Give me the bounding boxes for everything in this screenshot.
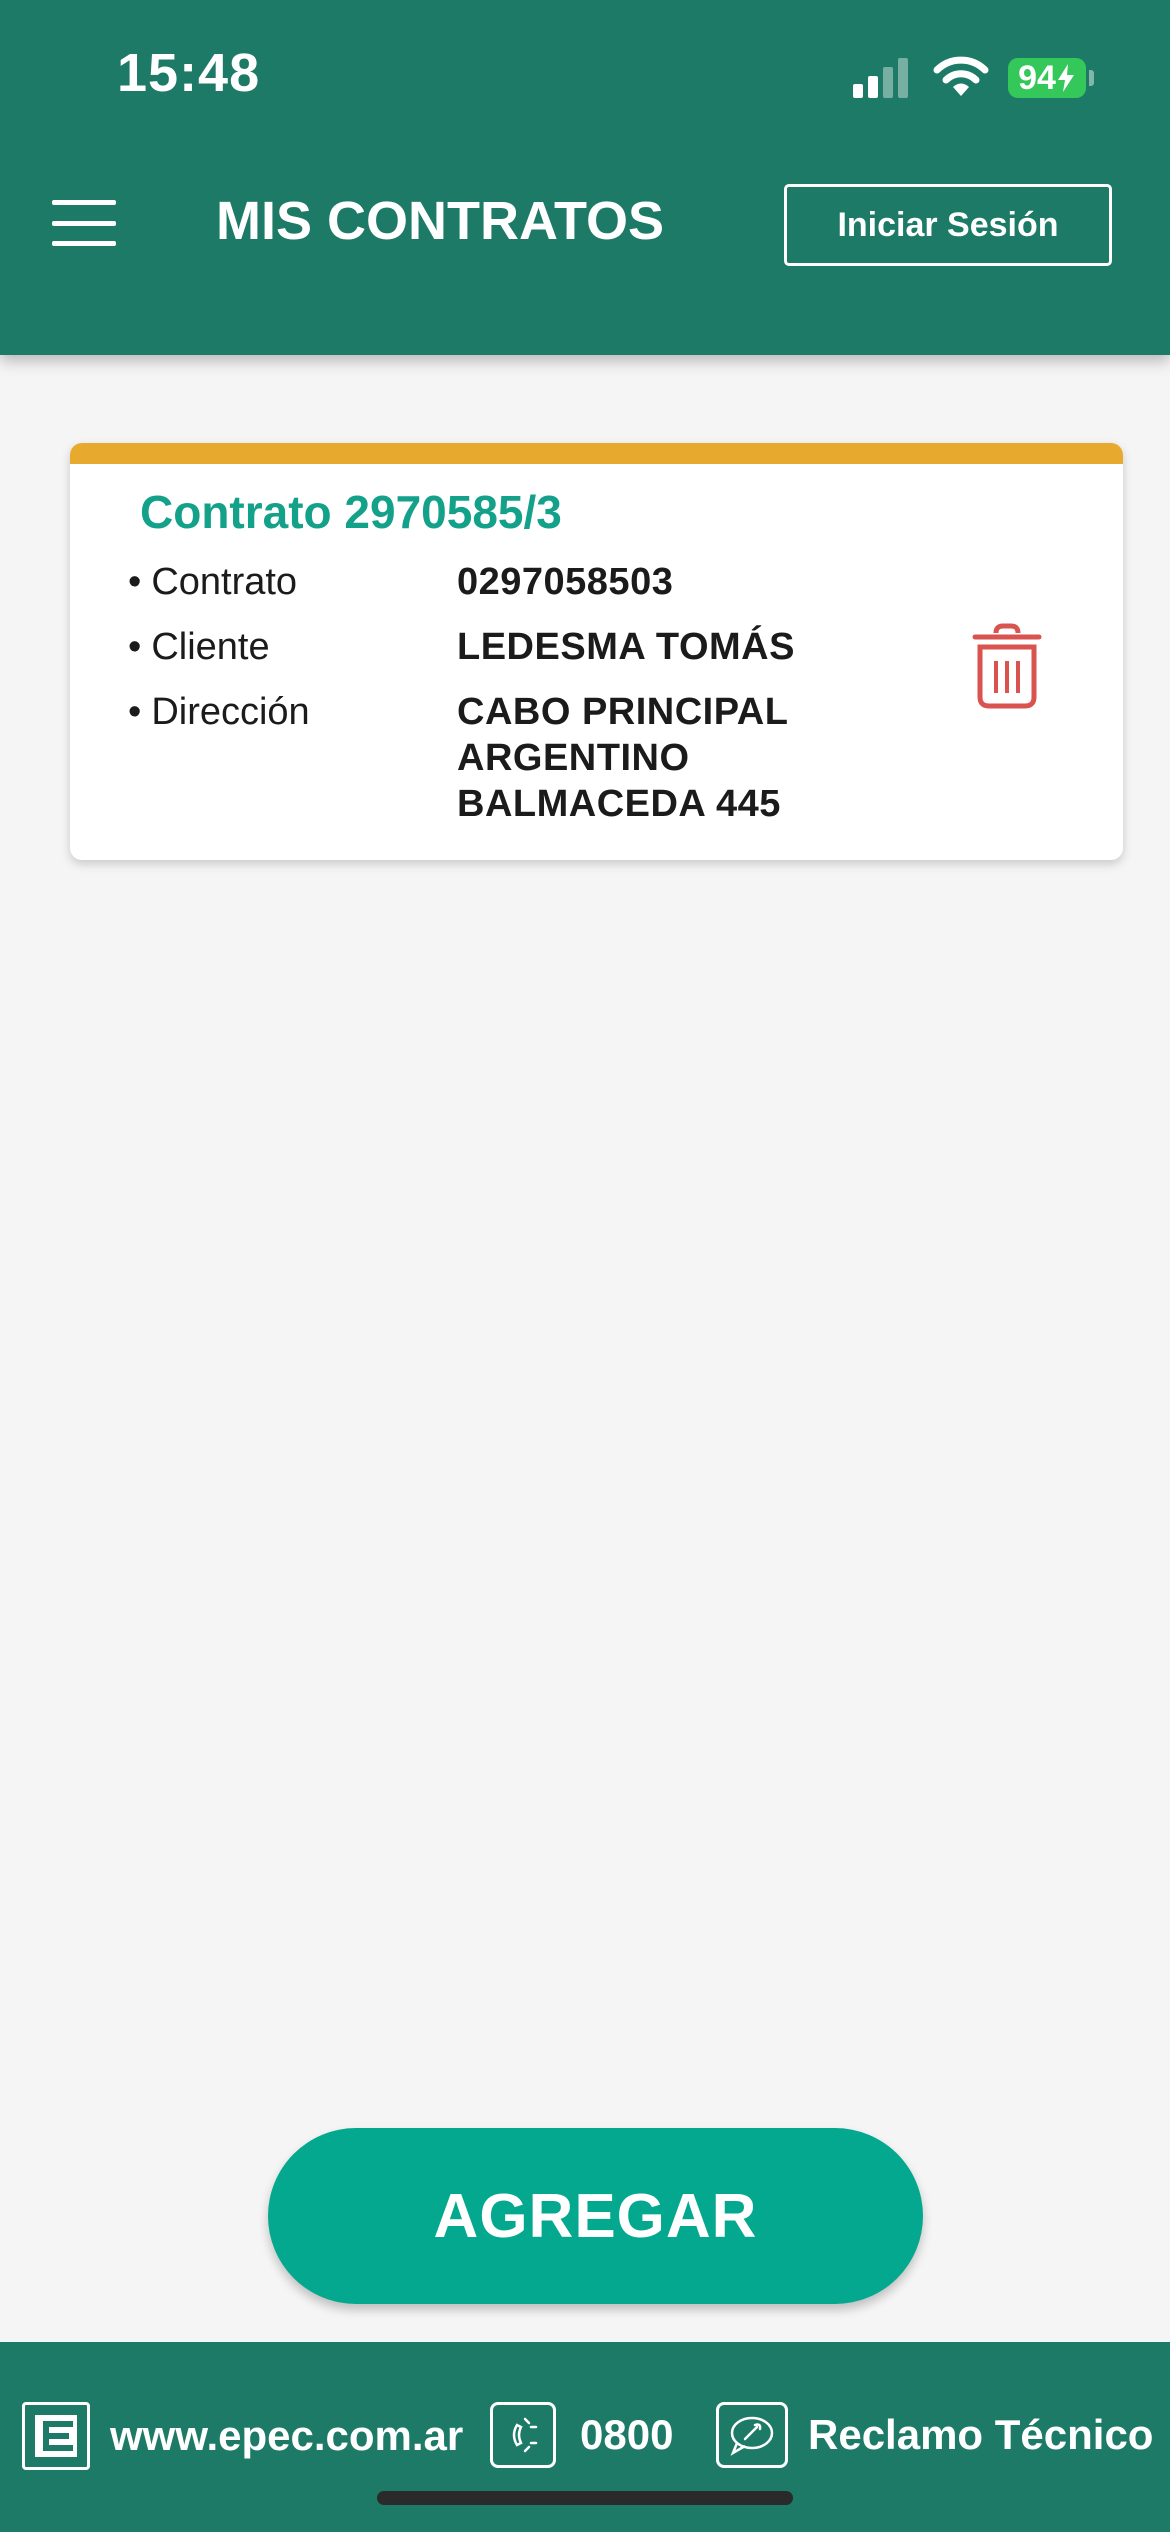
footer-phone: 0800 [580,2411,674,2458]
page-title: MIS CONTRATOS [216,191,665,251]
app-header: 15:48 94 MIS CONTRATOS Iniciar Sesión [0,0,1170,355]
address-label: Dirección [128,691,309,734]
contract-title: Contrato 2970585/3 [140,486,562,538]
add-contract-button[interactable]: AGREGAR [268,2128,923,2304]
battery-icon: 94 [1008,58,1086,98]
footer-website: www.epec.com.ar [110,2412,464,2459]
signal-icon [853,58,908,98]
address-value: CABO PRINCIPAL ARGENTINO BALMACEDA 445 [457,689,788,827]
home-indicator[interactable] [377,2491,793,2505]
footer-claim-link[interactable]: Reclamo Técnico [716,2402,1153,2468]
address-line: BALMACEDA 445 [457,783,781,825]
wifi-icon [933,56,989,96]
hamburger-menu-icon[interactable] [52,200,116,246]
phone-icon [490,2402,556,2468]
screen: 15:48 94 MIS CONTRATOS Iniciar Sesión Co… [0,0,1170,2532]
battery-cap [1089,70,1094,86]
battery-level: 94 [1018,58,1056,97]
client-label: Cliente [128,626,269,669]
footer-phone-link[interactable]: 0800 [490,2402,673,2468]
charging-bolt-icon [1057,64,1074,92]
login-button[interactable]: Iniciar Sesión [784,184,1112,266]
epec-logo-icon [22,2402,90,2470]
address-line: ARGENTINO [457,737,690,779]
chat-wrench-icon [716,2402,788,2468]
footer-claim: Reclamo Técnico [808,2411,1154,2458]
contract-label: Contrato [128,561,297,604]
contract-card[interactable]: Contrato 2970585/3 Contrato 0297058503 C… [70,443,1123,860]
trash-icon[interactable] [972,623,1042,709]
card-accent-bar [70,443,1123,464]
status-time: 15:48 [117,43,261,103]
client-value: LEDESMA TOMÁS [457,626,795,668]
address-line: CABO PRINCIPAL [457,691,789,733]
contract-value: 0297058503 [457,561,674,603]
footer-website-link[interactable]: www.epec.com.ar [22,2402,463,2470]
